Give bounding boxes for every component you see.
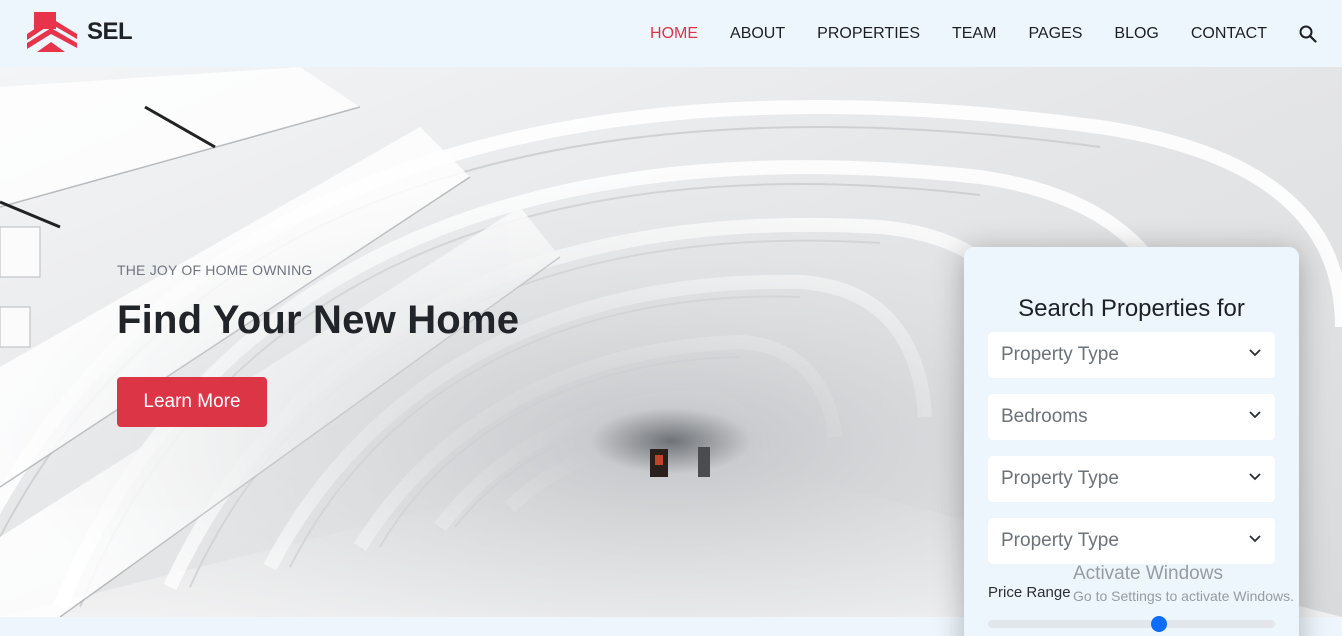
chevron-down-icon: [1249, 473, 1261, 481]
nav-pages[interactable]: PAGES: [1028, 25, 1082, 43]
nav-home[interactable]: HOME: [650, 25, 698, 43]
house-roof-logo-icon: [27, 12, 77, 52]
nav-about[interactable]: ABOUT: [730, 25, 785, 43]
price-range-thumb[interactable]: [1150, 616, 1167, 632]
activate-windows-subtitle: Go to Settings to activate Windows.: [1073, 588, 1294, 604]
search-card-title: Search Properties for: [1018, 295, 1245, 322]
activate-windows-title: Activate Windows: [1073, 563, 1223, 584]
bedrooms-select[interactable]: Bedrooms: [988, 394, 1275, 440]
main-nav: HOME ABOUT PROPERTIES TEAM PAGES BLOG CO…: [650, 0, 1342, 67]
brand-name: SEL: [87, 18, 133, 45]
select-value: Property Type: [1001, 530, 1119, 551]
nav-contact[interactable]: CONTACT: [1191, 25, 1267, 43]
select-value: Property Type: [1001, 344, 1119, 365]
property-type-select[interactable]: Property Type: [988, 332, 1275, 378]
nav-blog[interactable]: BLOG: [1114, 25, 1158, 43]
site-header: SEL HOME ABOUT PROPERTIES TEAM PAGES BLO…: [0, 0, 1342, 67]
chevron-down-icon: [1249, 535, 1261, 543]
price-range-label: Price Range: [988, 584, 1071, 601]
select-value: Bedrooms: [1001, 406, 1088, 427]
property-type-select-3[interactable]: Property Type: [988, 518, 1275, 564]
nav-properties[interactable]: PROPERTIES: [817, 25, 920, 43]
chevron-down-icon: [1249, 349, 1261, 357]
nav-team[interactable]: TEAM: [952, 25, 996, 43]
select-value: Property Type: [1001, 468, 1119, 489]
brand-logo[interactable]: SEL: [27, 12, 133, 52]
chevron-down-icon: [1249, 411, 1261, 419]
learn-more-button[interactable]: Learn More: [117, 377, 267, 427]
hero-title: Find Your New Home: [117, 298, 520, 342]
hero-eyebrow: THE JOY OF HOME OWNING: [117, 262, 313, 278]
search-icon[interactable]: [1299, 25, 1317, 43]
property-type-select-2[interactable]: Property Type: [988, 456, 1275, 502]
price-range-slider[interactable]: [988, 616, 1275, 632]
